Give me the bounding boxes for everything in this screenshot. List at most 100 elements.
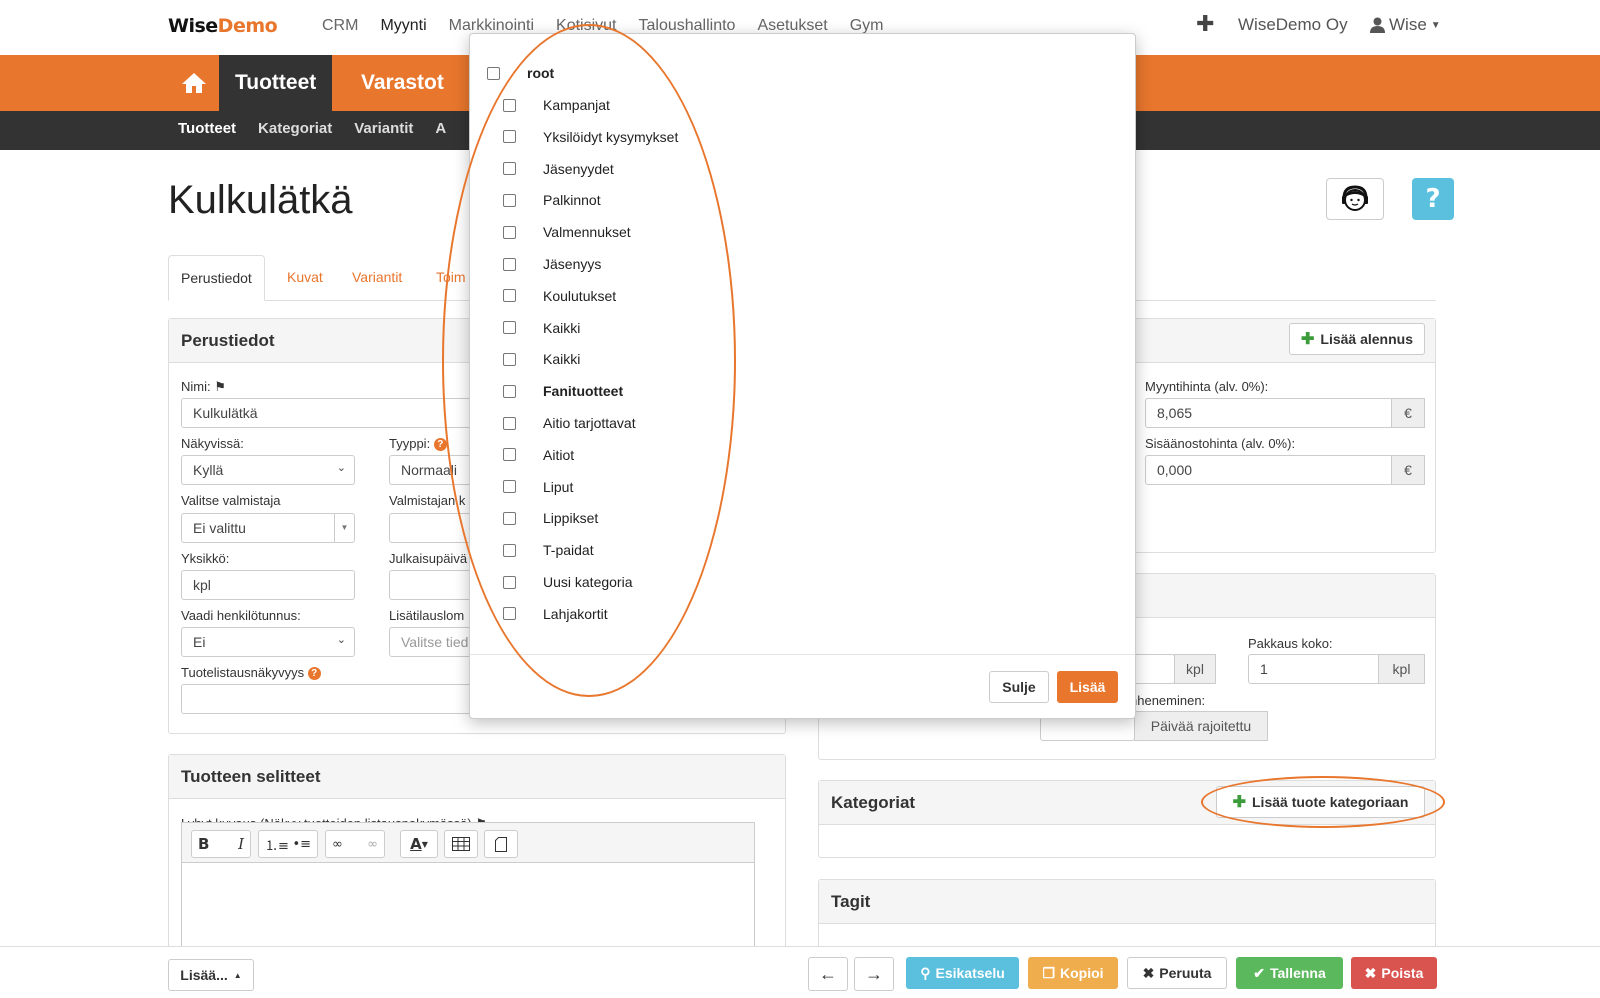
next-button[interactable]: → bbox=[854, 957, 894, 991]
pack-size-label: Pakkaus koko: bbox=[1248, 636, 1333, 651]
support-button[interactable] bbox=[1326, 178, 1384, 220]
nav-crm[interactable]: CRM bbox=[322, 17, 358, 35]
limit-label: nheneminen: bbox=[1130, 693, 1206, 708]
cost-currency: € bbox=[1391, 455, 1425, 485]
editor-toolbar: B I ⒈≡ •≡ ∞ ∞ A ▼ bbox=[181, 822, 755, 862]
nav-myynti[interactable]: Myynti bbox=[380, 17, 426, 35]
caret-down-icon: ▼ bbox=[334, 514, 354, 542]
link-group: ∞ ∞ bbox=[325, 830, 385, 858]
tab-varastot[interactable]: Varastot bbox=[345, 55, 460, 111]
search-icon: ⚲ bbox=[920, 964, 931, 981]
copy-icon: ❐ bbox=[1042, 964, 1055, 981]
chevron-down-icon: ⌄ bbox=[336, 462, 346, 474]
more-button[interactable]: Lisää... ▲ bbox=[168, 959, 254, 991]
sale-currency: € bbox=[1391, 398, 1425, 428]
category-checkbox[interactable] bbox=[487, 66, 500, 80]
short-desc-editor[interactable] bbox=[181, 862, 755, 952]
unlink-icon[interactable]: ∞ bbox=[367, 837, 378, 852]
maker-select[interactable]: Ei valittu ▼ bbox=[181, 513, 355, 543]
tab-variantit[interactable]: Variantit bbox=[340, 255, 414, 301]
bold-icon[interactable]: B bbox=[198, 835, 209, 853]
category-modal: root Kampanjat Yksilöidyt kysymykset Jäsen… bbox=[442, 24, 1136, 719]
italic-icon[interactable]: I bbox=[238, 835, 244, 853]
close-modal-button[interactable]: Sulje bbox=[989, 671, 1049, 703]
caret-up-icon: ▲ bbox=[233, 970, 242, 980]
caret-down-icon: ▼ bbox=[1430, 19, 1441, 31]
user-menu[interactable]: Wise ▼ bbox=[1370, 15, 1441, 35]
help-icon[interactable]: ? bbox=[307, 667, 321, 681]
tab-kuvat[interactable]: Kuvat bbox=[275, 255, 335, 301]
sale-price-input[interactable]: 8,065 bbox=[1145, 398, 1392, 428]
list-group: ⒈≡ •≡ bbox=[258, 830, 318, 858]
add-category-button[interactable]: Lisää bbox=[1057, 671, 1118, 703]
cost-price-input[interactable]: 0,000 bbox=[1145, 455, 1392, 485]
user-name: Wise bbox=[1389, 15, 1427, 34]
limit-unit: Päivää rajoitettu bbox=[1134, 711, 1268, 741]
unit-input[interactable]: kpl bbox=[181, 570, 355, 600]
stock-unit: kpl bbox=[1174, 654, 1216, 684]
close-icon: ✖ bbox=[1142, 964, 1155, 981]
copy-button[interactable]: ❐ Kopioi bbox=[1028, 957, 1118, 989]
subnav-more[interactable]: A bbox=[435, 120, 446, 137]
stock-input[interactable] bbox=[1130, 654, 1175, 684]
home-icon bbox=[181, 73, 206, 93]
headset-icon bbox=[1342, 185, 1368, 211]
tab-tuotteet[interactable]: Tuotteet bbox=[219, 55, 333, 111]
highlight-ellipse-button bbox=[1201, 776, 1445, 828]
format-group: B I bbox=[191, 830, 251, 858]
highlight-ellipse-list bbox=[442, 24, 736, 697]
arrow-right-icon: → bbox=[865, 963, 883, 984]
company-name[interactable]: WiseDemo Oy bbox=[1238, 15, 1348, 35]
pack-size-input[interactable]: 1 bbox=[1248, 654, 1379, 684]
delete-button[interactable]: ✖ Poista bbox=[1351, 957, 1437, 989]
ordered-list-icon[interactable]: ⒈≡ bbox=[265, 835, 289, 854]
visible-label: Näkyvissä: bbox=[181, 436, 244, 451]
extra-form-label: Lisätilauslom bbox=[389, 608, 465, 623]
help-button[interactable]: ? bbox=[1412, 178, 1454, 220]
add-discount-button[interactable]: ✚ Lisää alennus bbox=[1289, 323, 1425, 355]
tags-title: Tagit bbox=[819, 880, 1435, 924]
publish-label: Julkaisupäivä bbox=[389, 551, 468, 566]
visible-select[interactable]: Kyllä ⌄ bbox=[181, 455, 355, 485]
page-icon[interactable] bbox=[484, 830, 518, 858]
maker-label: Valitse valmistaja bbox=[181, 493, 281, 508]
save-button[interactable]: ✔ Tallenna bbox=[1236, 957, 1343, 989]
cancel-button[interactable]: ✖ Peruuta bbox=[1127, 957, 1227, 989]
table-icon[interactable] bbox=[444, 830, 478, 858]
close-icon: ✖ bbox=[1364, 964, 1377, 981]
help-icon[interactable]: ? bbox=[433, 438, 447, 452]
subnav-variantit[interactable]: Variantit bbox=[354, 120, 413, 137]
wisedemo-logo[interactable]: WiseDemo bbox=[168, 15, 278, 37]
bullet-list-icon[interactable]: •≡ bbox=[292, 837, 311, 852]
preview-button[interactable]: ⚲ Esikatselu bbox=[906, 957, 1019, 989]
publish-date-input[interactable] bbox=[389, 570, 479, 600]
subnav-kategoriat[interactable]: Kategoriat bbox=[258, 120, 332, 137]
listing-label: Tuotelistausnäkyvyys ? bbox=[181, 665, 321, 681]
ssn-select[interactable]: Ei ⌄ bbox=[181, 627, 355, 657]
sale-price-label: Myyntihinta (alv. 0%): bbox=[1145, 379, 1269, 394]
page-title: Kulkulätkä bbox=[168, 178, 353, 222]
unit-label: Yksikkö: bbox=[181, 551, 230, 566]
cost-price-label: Sisäänostohinta (alv. 0%): bbox=[1145, 436, 1296, 451]
subnav-tuotteet[interactable]: Tuotteet bbox=[178, 120, 236, 137]
link-icon[interactable]: ∞ bbox=[332, 837, 343, 852]
listing-input[interactable] bbox=[181, 684, 481, 714]
home-button[interactable] bbox=[168, 55, 219, 111]
prev-button[interactable]: ← bbox=[808, 957, 848, 991]
sub-nav: Tuotteet Kategoriat Variantit A bbox=[178, 120, 446, 137]
flag-icon: ⚑ bbox=[214, 379, 226, 394]
arrow-left-icon: ← bbox=[819, 963, 837, 984]
check-icon: ✔ bbox=[1253, 964, 1265, 981]
name-label: Nimi: ⚑ bbox=[181, 379, 226, 394]
chevron-down-icon: ⌄ bbox=[336, 634, 346, 646]
user-icon bbox=[1370, 17, 1385, 33]
text-color-icon[interactable]: A ▼ bbox=[400, 830, 438, 858]
extra-form-select[interactable]: Valitse tied bbox=[389, 627, 479, 657]
tab-perustiedot[interactable]: Perustiedot bbox=[168, 255, 265, 301]
type-label: Tyyppi: ? bbox=[389, 436, 447, 452]
descriptions-title: Tuotteen selitteet bbox=[169, 755, 785, 799]
name-input[interactable]: Kulkulätkä bbox=[181, 398, 481, 428]
plus-icon: ✚ bbox=[1301, 331, 1315, 348]
plus-icon[interactable]: ✚ bbox=[1196, 11, 1214, 37]
pack-unit: kpl bbox=[1378, 654, 1425, 684]
